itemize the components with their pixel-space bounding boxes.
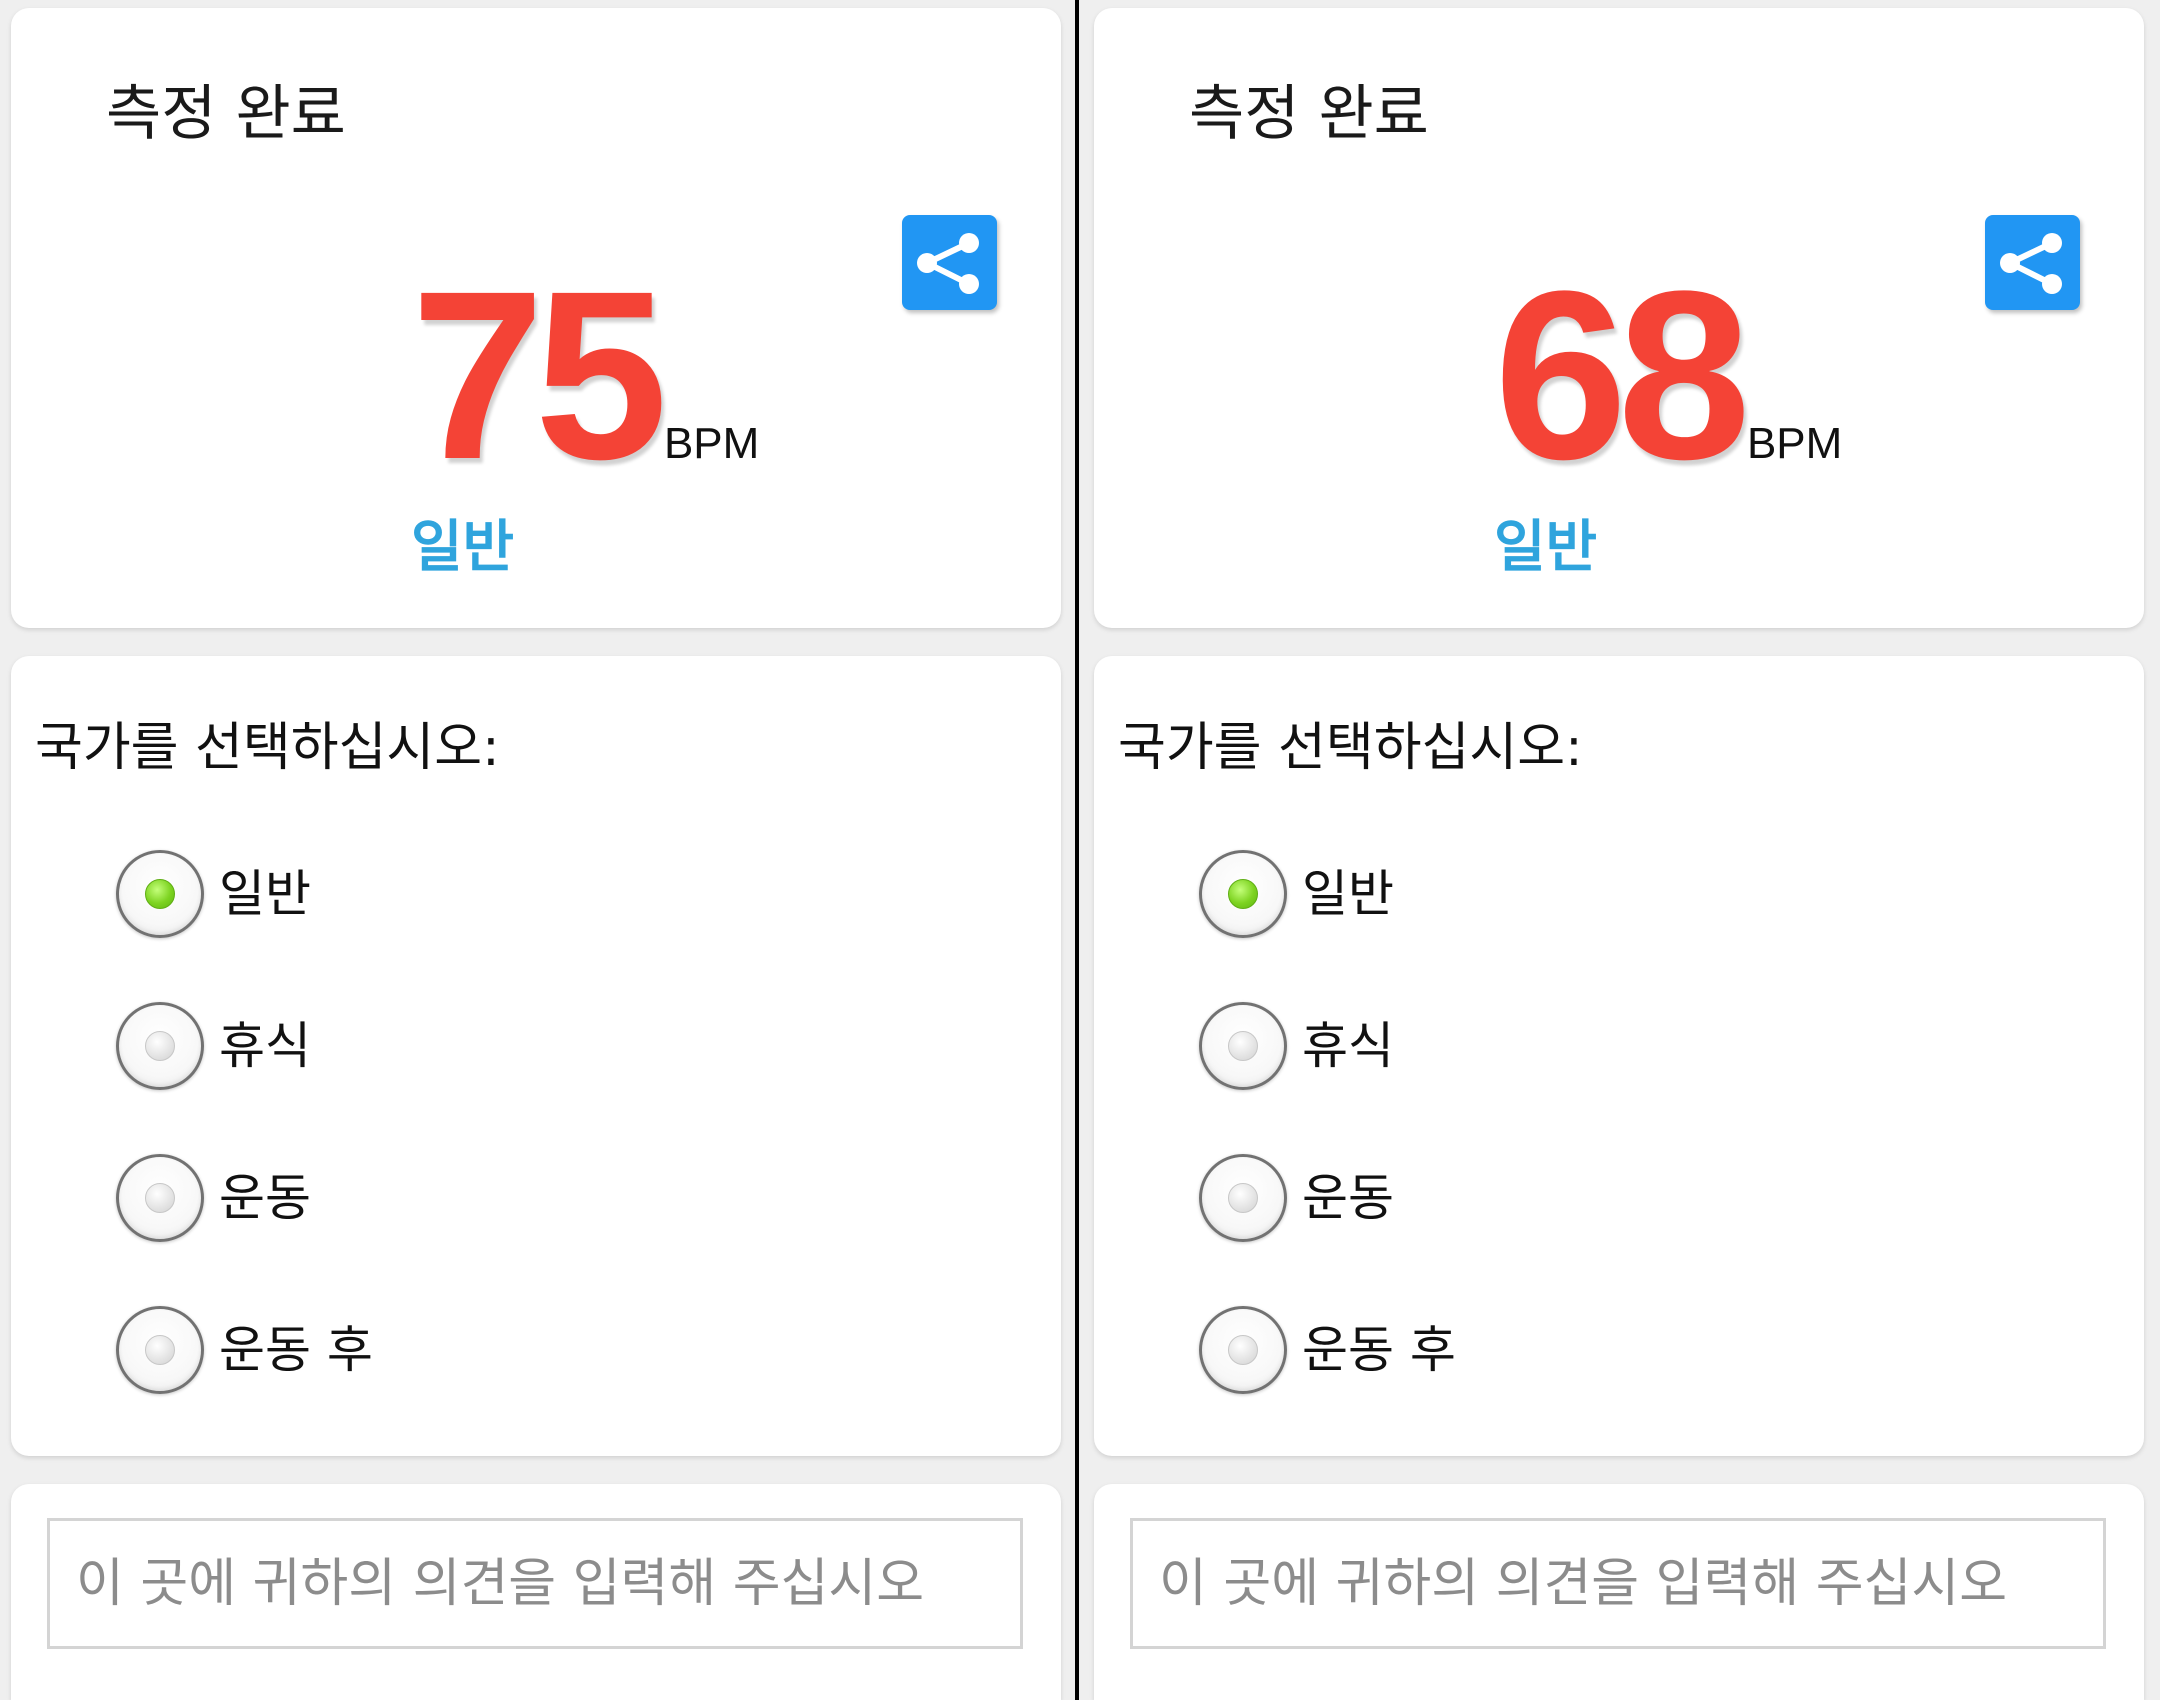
radio-label[interactable]: 운동 bbox=[219, 1168, 311, 1228]
radio-label[interactable]: 일반 bbox=[1302, 864, 1394, 924]
status-label: 일반 bbox=[1494, 515, 1598, 580]
state-selection-card: 국가를 선택하십시오: 일반 휴식 운동 운동 후 bbox=[1094, 656, 2144, 1456]
selection-prompt: 국가를 선택하십시오: bbox=[35, 718, 500, 778]
radio-button[interactable] bbox=[1199, 1306, 1287, 1394]
radio-option-after-exercise[interactable]: 운동 후 bbox=[116, 1306, 373, 1394]
radio-button[interactable] bbox=[1199, 1154, 1287, 1242]
share-button[interactable] bbox=[902, 215, 997, 310]
radio-group: 일반 휴식 운동 운동 후 bbox=[1199, 850, 1456, 1394]
radio-dot bbox=[1228, 1335, 1258, 1365]
comment-input[interactable] bbox=[1130, 1518, 2106, 1649]
radio-dot bbox=[1228, 1183, 1258, 1213]
radio-button[interactable] bbox=[1199, 850, 1287, 938]
comment-card bbox=[1094, 1484, 2144, 1700]
share-icon[interactable] bbox=[902, 215, 997, 310]
share-icon[interactable] bbox=[1985, 215, 2080, 310]
radio-dot bbox=[1228, 1031, 1258, 1061]
radio-option-normal[interactable]: 일반 bbox=[116, 850, 373, 938]
bpm-value: 68 bbox=[1494, 241, 1751, 509]
radio-label[interactable]: 휴식 bbox=[219, 1016, 311, 1076]
bpm-value: 75 bbox=[411, 241, 668, 509]
radio-option-rest[interactable]: 휴식 bbox=[1199, 1002, 1456, 1090]
radio-label[interactable]: 운동 후 bbox=[219, 1320, 373, 1380]
page-title: 측정 완료 bbox=[106, 79, 346, 149]
page-title: 측정 완료 bbox=[1189, 79, 1429, 149]
result-card: 측정 완료 68 BPM 일반 bbox=[1094, 8, 2144, 628]
radio-dot bbox=[1228, 879, 1258, 909]
radio-button[interactable] bbox=[1199, 1002, 1287, 1090]
share-button[interactable] bbox=[1985, 215, 2080, 310]
radio-group: 일반 휴식 운동 운동 후 bbox=[116, 850, 373, 1394]
radio-button[interactable] bbox=[116, 1306, 204, 1394]
heart-rate-readout: 68 BPM bbox=[1494, 237, 1842, 513]
radio-option-rest[interactable]: 휴식 bbox=[116, 1002, 373, 1090]
state-selection-card: 국가를 선택하십시오: 일반 휴식 운동 운동 후 bbox=[11, 656, 1061, 1456]
radio-option-normal[interactable]: 일반 bbox=[1199, 850, 1456, 938]
comment-input[interactable] bbox=[47, 1518, 1023, 1649]
result-card: 측정 완료 75 BPM 일반 bbox=[11, 8, 1061, 628]
radio-option-exercise[interactable]: 운동 bbox=[1199, 1154, 1456, 1242]
selection-prompt: 국가를 선택하십시오: bbox=[1118, 718, 1583, 778]
radio-dot bbox=[145, 1335, 175, 1365]
radio-dot bbox=[145, 1183, 175, 1213]
radio-label[interactable]: 운동 bbox=[1302, 1168, 1394, 1228]
result-screen-left: 측정 완료 75 BPM 일반 국가를 선택하십시오: 일반 휴식 운동 운동 … bbox=[0, 0, 1075, 1700]
radio-button[interactable] bbox=[116, 850, 204, 938]
radio-dot bbox=[145, 879, 175, 909]
bpm-unit: BPM bbox=[1746, 419, 1843, 468]
radio-option-after-exercise[interactable]: 운동 후 bbox=[1199, 1306, 1456, 1394]
status-label: 일반 bbox=[411, 515, 515, 580]
radio-label[interactable]: 휴식 bbox=[1302, 1016, 1394, 1076]
heart-rate-readout: 75 BPM bbox=[411, 237, 759, 513]
radio-label[interactable]: 일반 bbox=[219, 864, 311, 924]
radio-option-exercise[interactable]: 운동 bbox=[116, 1154, 373, 1242]
radio-button[interactable] bbox=[116, 1002, 204, 1090]
bpm-unit: BPM bbox=[663, 419, 760, 468]
radio-dot bbox=[145, 1031, 175, 1061]
radio-label[interactable]: 운동 후 bbox=[1302, 1320, 1456, 1380]
radio-button[interactable] bbox=[116, 1154, 204, 1242]
result-screen-right: 측정 완료 68 BPM 일반 국가를 선택하십시오: 일반 휴식 운동 운동 … bbox=[1079, 0, 2160, 1700]
comment-card bbox=[11, 1484, 1061, 1700]
